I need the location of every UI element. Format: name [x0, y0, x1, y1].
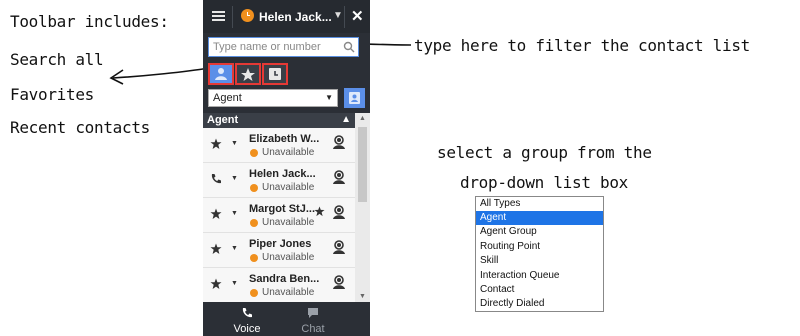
scroll-thumb[interactable]	[358, 127, 367, 202]
group-header[interactable]: Agent ▲	[203, 113, 355, 128]
person-icon	[215, 68, 227, 80]
contact-card-icon	[349, 92, 360, 104]
scroll-up-icon[interactable]: ▲	[359, 115, 366, 122]
caret-down-icon[interactable]: ▼	[231, 280, 238, 287]
contact-status: Unavailable	[262, 217, 315, 228]
group-name: Agent	[207, 114, 239, 126]
caret-down-icon[interactable]: ▼	[231, 175, 238, 182]
star-action-icon[interactable]	[210, 208, 222, 220]
contact-status: Unavailable	[262, 287, 315, 298]
recent-icon	[269, 68, 281, 80]
chevron-down-icon[interactable]: ▼	[333, 10, 343, 21]
list-item[interactable]: ▼ Sandra Ben... Unavailable	[203, 268, 355, 302]
tab-chat-label: Chat	[301, 323, 325, 335]
chevron-up-icon[interactable]: ▲	[341, 114, 351, 125]
status-icon	[250, 289, 258, 297]
list-item[interactable]: ▼ Helen Jack... Unavailable	[203, 163, 355, 198]
agent-headset-icon	[333, 240, 345, 254]
annotation-recent-contacts: Recent contacts	[10, 118, 150, 137]
contact-name: Helen Jack...	[249, 168, 316, 180]
chat-icon	[308, 308, 318, 318]
search-all-button[interactable]	[208, 63, 234, 85]
dropdown-option[interactable]: Skill	[476, 254, 603, 268]
contact-status: Unavailable	[262, 182, 315, 193]
annotation-favorites: Favorites	[10, 85, 94, 104]
dropdown-option[interactable]: Routing Point	[476, 240, 603, 254]
dropdown-option[interactable]: Contact	[476, 283, 603, 297]
divider	[344, 6, 345, 28]
agent-headset-icon	[333, 170, 345, 184]
dropdown-option-selected[interactable]: Agent	[476, 211, 603, 225]
list-item[interactable]: ▼ Piper Jones Unavailable	[203, 233, 355, 268]
star-action-icon[interactable]	[210, 278, 222, 290]
contact-name: Margot StJ...	[249, 203, 316, 215]
type-filter-select[interactable]: Agent ▼	[208, 89, 338, 107]
agent-name[interactable]: Helen Jack...	[259, 10, 332, 24]
recent-contacts-button[interactable]	[262, 63, 288, 85]
search-placeholder: Type name or number	[213, 41, 321, 53]
status-icon	[250, 219, 258, 227]
favorites-button[interactable]	[235, 63, 261, 85]
group-type-dropdown[interactable]: All Types Agent Agent Group Routing Poin…	[475, 196, 604, 312]
tab-chat[interactable]: Chat	[289, 304, 337, 336]
annotation-filter-hint: type here to filter the contact list	[414, 36, 750, 55]
annotation-search-all: Search all	[10, 50, 104, 69]
dropdown-option[interactable]: All Types	[476, 197, 603, 211]
contact-name: Elizabeth W...	[249, 133, 320, 145]
contact-list: ▼ Elizabeth W... Unavailable ▼ Helen Jac…	[203, 128, 355, 302]
dropdown-option[interactable]: Agent Group	[476, 225, 603, 239]
status-icon	[250, 254, 258, 262]
list-item[interactable]: ▼ Elizabeth W... Unavailable	[203, 128, 355, 163]
tab-voice[interactable]: Voice	[223, 304, 271, 336]
list-item[interactable]: ▼ Margot StJ... Unavailable	[203, 198, 355, 233]
annotation-group-hint-1: select a group from the	[437, 143, 652, 162]
contact-status: Unavailable	[262, 147, 315, 158]
dropdown-option[interactable]: Directly Dialed	[476, 297, 603, 311]
favorite-star-icon	[314, 206, 325, 217]
phone-icon[interactable]	[210, 173, 222, 185]
star-action-icon[interactable]	[210, 138, 222, 150]
annotation-toolbar-heading: Toolbar includes:	[10, 12, 169, 31]
caret-down-icon[interactable]: ▼	[231, 140, 238, 147]
contact-status: Unavailable	[262, 252, 315, 263]
caret-down-icon[interactable]: ▼	[231, 210, 238, 217]
type-filter-value: Agent	[213, 92, 242, 104]
dropdown-option[interactable]: Interaction Queue	[476, 269, 603, 283]
tab-voice-label: Voice	[233, 323, 261, 335]
agent-headset-icon	[333, 135, 345, 149]
scrollbar[interactable]: ▲ ▼	[355, 113, 370, 302]
search-input[interactable]: Type name or number	[208, 37, 359, 57]
arrow-to-toolbar	[109, 67, 210, 85]
bottom-tab-bar: Voice Chat	[203, 302, 370, 336]
close-button[interactable]: ✕	[351, 7, 364, 25]
agent-headset-icon	[333, 205, 345, 219]
star-action-icon[interactable]	[210, 243, 222, 255]
contact-panel: Helen Jack... ▼ ✕ Type name or number Ag…	[203, 0, 370, 336]
divider	[232, 6, 233, 28]
search-icon[interactable]	[343, 41, 355, 53]
contact-name: Sandra Ben...	[249, 273, 320, 285]
annotation-group-hint-2: drop-down list box	[460, 173, 628, 192]
contact-name: Piper Jones	[249, 238, 312, 250]
top-bar: Helen Jack... ▼ ✕	[203, 0, 370, 33]
status-icon	[250, 184, 258, 192]
agent-headset-icon	[333, 275, 345, 289]
phone-icon	[242, 308, 252, 318]
dropdown-arrow-icon: ▼	[325, 93, 333, 102]
clock-icon[interactable]	[241, 9, 254, 22]
star-icon	[241, 68, 255, 81]
caret-down-icon[interactable]: ▼	[231, 245, 238, 252]
scroll-down-icon[interactable]: ▼	[359, 293, 366, 300]
status-icon	[250, 149, 258, 157]
group-button[interactable]	[344, 88, 365, 108]
hamburger-icon[interactable]	[212, 11, 225, 22]
